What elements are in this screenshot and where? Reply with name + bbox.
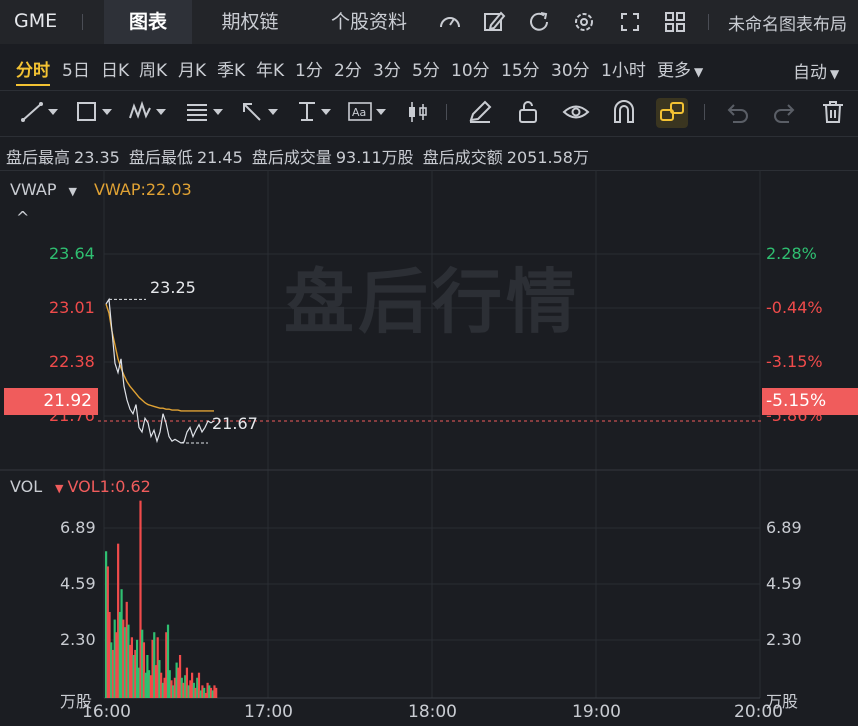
time-axis-label: 17:00 bbox=[244, 702, 293, 722]
nav-divider bbox=[708, 14, 709, 30]
max-price-marker: 23.25 bbox=[150, 278, 196, 297]
lock-icon[interactable] bbox=[514, 98, 542, 126]
fullscreen-icon[interactable] bbox=[617, 9, 643, 35]
measure-tool-icon[interactable] bbox=[295, 98, 339, 126]
edit-icon[interactable] bbox=[481, 9, 507, 35]
ah-amount-label: 盘后成交额 bbox=[422, 148, 503, 167]
pct-axis-label: 2.28% bbox=[766, 244, 817, 263]
volume-axis-label: 6.89 bbox=[766, 518, 802, 537]
text-tool-icon[interactable]: Aa bbox=[347, 98, 391, 126]
candle-tool-icon[interactable] bbox=[405, 98, 433, 126]
volume-indicator-value: VOL1:0.62 bbox=[67, 477, 151, 496]
svg-text:Aa: Aa bbox=[352, 106, 366, 119]
volume-axis-label: 4.59 bbox=[60, 574, 96, 593]
volume-axis-label: 6.89 bbox=[60, 518, 96, 537]
volume-bars bbox=[105, 500, 218, 698]
volume-axis-label: 2.30 bbox=[766, 630, 802, 649]
ah-high-value: 23.35 bbox=[74, 148, 120, 167]
settings-icon[interactable] bbox=[571, 9, 597, 35]
period-1min[interactable]: 1分 bbox=[295, 56, 323, 81]
layout-name[interactable]: 未命名图表布局 bbox=[728, 10, 847, 35]
vwap-value: VWAP:22.03 bbox=[94, 180, 192, 199]
redo-icon[interactable] bbox=[771, 98, 799, 126]
collapse-chevron-icon[interactable]: ^ bbox=[16, 208, 29, 227]
pencil-icon[interactable] bbox=[466, 98, 494, 126]
period-30min[interactable]: 30分 bbox=[551, 56, 590, 81]
grid-icon[interactable] bbox=[662, 9, 688, 35]
tab-chart[interactable]: 图表 bbox=[104, 0, 192, 44]
price-axis-label: 23.64 bbox=[49, 244, 95, 263]
eye-icon[interactable] bbox=[562, 98, 590, 126]
chevron-down-icon: ▼ bbox=[694, 65, 704, 79]
tab-stock-profile[interactable]: 个股资料 bbox=[316, 0, 422, 44]
current-pct-badge: -5.15% bbox=[762, 388, 858, 415]
price-indicator-name: VWAP bbox=[10, 180, 57, 199]
period-2min[interactable]: 2分 bbox=[334, 56, 362, 81]
pct-axis-label: -0.44% bbox=[766, 298, 823, 317]
period-year-k[interactable]: 年K bbox=[256, 56, 284, 81]
ah-amount-value: 2051.58万 bbox=[506, 148, 589, 167]
magnet-icon[interactable] bbox=[610, 98, 638, 126]
volume-indicator-selector[interactable]: ▼ VOL1:0.62 bbox=[55, 477, 151, 496]
min-price-marker: 21.67 bbox=[212, 414, 258, 433]
after-hours-watermark: 盘后行情 bbox=[284, 261, 580, 343]
current-price-badge: 21.92 bbox=[4, 388, 98, 415]
price-indicator-selector[interactable]: VWAP ▼ bbox=[10, 180, 77, 199]
period-5day[interactable]: 5日 bbox=[62, 56, 90, 81]
divider bbox=[0, 90, 858, 91]
ah-high-label: 盘后最高 bbox=[6, 148, 71, 167]
volume-indicator-label: VOL bbox=[10, 477, 43, 496]
period-day-k[interactable]: 日K bbox=[101, 56, 129, 81]
volume-axis-label: 4.59 bbox=[766, 574, 802, 593]
period-15min[interactable]: 15分 bbox=[501, 56, 540, 81]
after-hours-stats: 盘后最高 23.35 盘后最低 21.45 盘后成交量 93.11万股 盘后成交额 20… bbox=[6, 144, 593, 168]
ah-low-value: 21.45 bbox=[196, 148, 243, 167]
toolbar-divider bbox=[446, 104, 447, 120]
ah-low-label: 盘后最低 bbox=[128, 148, 193, 167]
period-week-k[interactable]: 周K bbox=[139, 56, 167, 81]
pct-axis-label: -3.15% bbox=[766, 352, 823, 371]
arrow-tool-icon[interactable] bbox=[240, 98, 284, 126]
trendline-tool-icon[interactable] bbox=[20, 98, 64, 126]
divider bbox=[0, 136, 858, 137]
mode-select[interactable]: 自动 ▼ bbox=[793, 58, 839, 83]
vwap-line bbox=[105, 303, 214, 412]
mode-select-label: 自动 bbox=[793, 63, 827, 83]
volume-bar bbox=[215, 687, 218, 698]
period-quarter-k[interactable]: 季K bbox=[217, 56, 245, 81]
pattern-tool-icon[interactable] bbox=[128, 98, 172, 126]
price-axis-label: 23.01 bbox=[49, 298, 95, 317]
time-axis-label: 20:00 bbox=[734, 702, 783, 722]
time-axis-label: 18:00 bbox=[408, 702, 457, 722]
time-axis-label: 16:00 bbox=[82, 702, 131, 722]
chevron-down-icon: ▼ bbox=[830, 67, 840, 81]
volume-axis-label: 2.30 bbox=[60, 630, 96, 649]
period-1hour[interactable]: 1小时 bbox=[601, 56, 646, 81]
time-axis-label: 19:00 bbox=[572, 702, 621, 722]
toolbar-divider bbox=[704, 104, 705, 120]
period-10min[interactable]: 10分 bbox=[451, 56, 490, 81]
link-icon[interactable] bbox=[658, 98, 686, 126]
chevron-down-icon: ▼ bbox=[55, 482, 64, 495]
fib-tool-icon[interactable] bbox=[185, 98, 229, 126]
period-more-label: 更多 bbox=[657, 61, 691, 81]
ah-volume-label: 盘后成交量 bbox=[251, 148, 332, 167]
ticker-symbol[interactable]: GME bbox=[14, 10, 57, 32]
gauge-icon[interactable] bbox=[437, 9, 463, 35]
undo-icon[interactable] bbox=[723, 98, 751, 126]
tab-options-chain[interactable]: 期权链 bbox=[204, 0, 296, 44]
refresh-icon[interactable] bbox=[526, 9, 552, 35]
ah-volume-value: 93.11万股 bbox=[335, 148, 414, 167]
period-5min[interactable]: 5分 bbox=[412, 56, 440, 81]
active-period-underline bbox=[16, 84, 50, 86]
period-month-k[interactable]: 月K bbox=[178, 56, 206, 81]
period-3min[interactable]: 3分 bbox=[373, 56, 401, 81]
period-more[interactable]: 更多 ▼ bbox=[657, 56, 703, 81]
nav-divider bbox=[82, 14, 83, 30]
trash-icon[interactable] bbox=[819, 98, 847, 126]
price-axis-label: 22.38 bbox=[49, 352, 95, 371]
period-intraday[interactable]: 分时 bbox=[16, 56, 50, 81]
rectangle-tool-icon[interactable] bbox=[75, 98, 119, 126]
chevron-down-icon: ▼ bbox=[68, 185, 77, 198]
